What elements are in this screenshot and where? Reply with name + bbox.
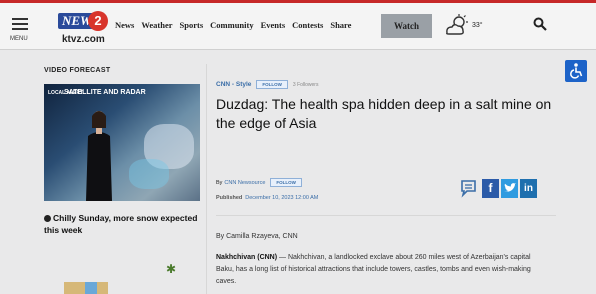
forecaster-figure <box>86 111 112 201</box>
published-line: Published December 10, 2023 12:00 AM <box>216 195 318 201</box>
published-label: Published <box>216 195 243 201</box>
article-headline: Duzdag: The health spa hidden deep in a … <box>216 96 552 131</box>
article-dateline: Nakhchivan (CNN) <box>216 254 278 261</box>
main-nav: News Weather Sports Community Events Con… <box>115 20 358 30</box>
nav-item-sports[interactable]: Sports <box>180 20 204 30</box>
comment-icon[interactable] <box>460 178 480 198</box>
video-caption[interactable]: Chilly Sunday, more snow expected this w… <box>44 212 204 236</box>
search-icon[interactable] <box>533 17 547 31</box>
published-date: December 10, 2023 12:00 AM <box>245 195 319 201</box>
follow-source-button[interactable]: FOLLOW <box>256 80 288 89</box>
twitter-bird-glyph <box>503 183 516 192</box>
weather-cloud-sun-icon[interactable] <box>443 14 469 38</box>
forecast-video-thumbnail[interactable]: LOCAL ALERT SATELLITE AND RADAR <box>44 84 200 201</box>
site-header: MENU NEWS 2 ktvz.com News Weather Sports… <box>0 3 596 50</box>
twitter-icon[interactable] <box>501 178 518 198</box>
nav-item-weather[interactable]: Weather <box>141 20 172 30</box>
linkedin-icon[interactable]: in <box>520 178 537 198</box>
temperature-readout: 33° <box>472 22 483 29</box>
article-author: By Camilla Rzayeva, CNN <box>216 233 298 240</box>
article-source-row: CNN - Style FOLLOW 3 Followers <box>216 80 318 89</box>
share-buttons: f in <box>460 178 537 198</box>
publisher-row: By CNN Newsource FOLLOW <box>216 178 307 187</box>
article-body: Nakhchivan (CNN) — Nakhchivan, a landloc… <box>216 252 546 288</box>
video-overlay-title: SATELLITE AND RADAR <box>64 89 146 96</box>
promo-image-accent <box>85 282 97 294</box>
logo-number-badge: 2 <box>88 11 108 31</box>
column-divider <box>206 64 207 294</box>
followers-count: 3 Followers <box>292 81 319 88</box>
nav-item-contests[interactable]: Contests <box>292 20 323 30</box>
menu-label: MENU <box>10 36 28 42</box>
video-forecast-title: VIDEO FORECAST <box>44 67 111 74</box>
nav-item-share[interactable]: Share <box>330 20 351 30</box>
wheelchair-icon <box>570 63 583 79</box>
article-separator <box>216 215 556 216</box>
menu-icon[interactable] <box>12 18 28 34</box>
radar-precip-shape <box>129 159 169 189</box>
nav-item-news[interactable]: News <box>115 20 134 30</box>
facebook-icon[interactable]: f <box>482 178 499 198</box>
holiday-ornament-icon: ✱ <box>166 262 177 276</box>
play-icon <box>44 215 51 222</box>
video-caption-text: Chilly Sunday, more snow expected this w… <box>44 213 198 235</box>
accessibility-button[interactable] <box>565 60 587 82</box>
by-label: By <box>216 179 223 186</box>
publisher-link[interactable]: CNN Newsource <box>224 180 265 186</box>
nav-item-community[interactable]: Community <box>210 20 253 30</box>
article-source[interactable]: CNN - Style <box>216 81 251 88</box>
watch-button[interactable]: Watch <box>381 14 432 38</box>
site-name: ktvz.com <box>62 34 105 45</box>
follow-publisher-button[interactable]: FOLLOW <box>270 178 302 187</box>
nav-item-events[interactable]: Events <box>261 20 286 30</box>
